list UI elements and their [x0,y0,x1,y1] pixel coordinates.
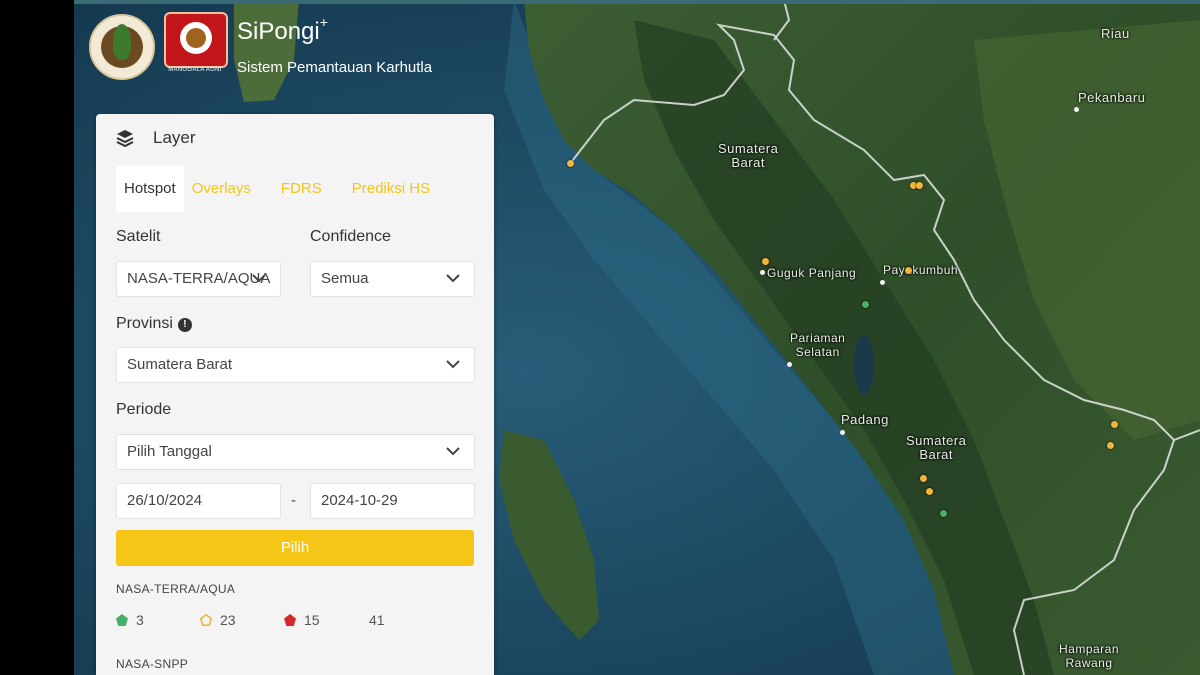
map-label-riau: Riau [1101,26,1130,41]
layers-icon [116,130,134,147]
map-label-sumatera-barat-north: Sumatera Barat [718,141,779,170]
city-marker-guguk-panjang [760,270,765,275]
map-label-sumatera-barat-south: Sumatera Barat [906,433,967,462]
hotspot-marker[interactable] [926,488,933,495]
date-range-separator: - [291,492,296,509]
map-label-guguk-panjang: Guguk Panjang [767,266,857,280]
map-label-hamparan-rawang: Hamparan Rawang [1059,642,1120,670]
high-confidence-count: 15 [304,612,320,628]
layer-tabs: Hotspot Overlays FDRS Prediksi HS [116,166,438,212]
map-label-pariaman-selatan: Pariaman Selatan [790,331,846,359]
provinsi-label: Provinsi! [116,315,192,333]
date-to-input[interactable]: 2024-10-29 [310,483,475,519]
summary-satellite-name: NASA-TERRA/AQUA [116,582,236,596]
periode-select-value: Pilih Tanggal [127,443,212,460]
tab-overlays[interactable]: Overlays [184,166,259,212]
medium-confidence-icon [200,614,212,626]
hotspot-marker[interactable] [920,475,927,482]
chevron-down-icon [446,274,460,283]
provinsi-select[interactable]: Sumatera Barat [116,347,475,383]
city-marker-payakumbuh [880,280,885,285]
high-confidence-icon [284,614,296,626]
low-confidence-icon [116,614,128,626]
manggala-agni-logo: MANGGALA AGNI [164,12,228,76]
confidence-select[interactable]: Semua [310,261,475,297]
satelit-select-value: NASA-TERRA/AQUA [127,270,271,287]
date-from-input[interactable]: 26/10/2024 [116,483,281,519]
app-subtitle: Sistem Pemantauan Karhutla [237,59,433,76]
top-edge-line [74,0,1200,4]
hotspot-confidence-legend: 3 23 15 41 [116,612,385,628]
low-confidence-count: 3 [136,612,144,628]
info-icon[interactable]: ! [177,318,192,332]
total-hotspot-count: 41 [369,612,385,628]
chevron-down-icon [446,447,460,456]
hotspot-marker[interactable] [916,182,923,189]
provinsi-select-value: Sumatera Barat [127,356,233,373]
confidence-select-value: Semua [321,270,369,287]
chevron-down-icon [252,274,266,283]
summary-satellite-name: NASA-SNPP [116,657,189,671]
app-title: SiPongi+ [237,14,328,45]
city-marker-pekanbaru [1074,107,1079,112]
left-black-border [0,0,74,675]
pilih-button[interactable]: Pilih [116,530,474,566]
layer-panel: Layer Hotspot Overlays FDRS Prediksi HS … [96,114,494,675]
periode-select[interactable]: Pilih Tanggal [116,434,475,470]
panel-title: Layer [153,128,196,147]
tab-fdrs[interactable]: FDRS [273,166,330,212]
confidence-label: Confidence [310,228,391,245]
city-marker-padang [840,430,845,435]
satelit-select[interactable]: NASA-TERRA/AQUA [116,261,281,297]
ministry-logo [89,14,155,80]
app-title-superscript: + [319,14,328,30]
hotspot-marker[interactable] [567,160,574,167]
satelit-label: Satelit [116,228,161,245]
manggala-agni-caption: MANGGALA AGNI [168,67,222,73]
map-label-payakumbuh: Payakumbuh [883,263,959,277]
map-label-pekanbaru: Pekanbaru [1078,90,1146,105]
map-label-padang: Padang [841,412,889,427]
hotspot-marker[interactable] [1107,442,1114,449]
medium-confidence-count: 23 [220,612,236,628]
panel-header: Layer [116,128,196,148]
tab-prediksi-hs[interactable]: Prediksi HS [344,166,438,212]
city-marker-pariaman [787,362,792,367]
hotspot-marker[interactable] [862,301,869,308]
hotspot-marker[interactable] [940,510,947,517]
hotspot-marker[interactable] [905,267,912,274]
chevron-down-icon [446,360,460,369]
hotspot-marker[interactable] [1111,421,1118,428]
periode-label: Periode [116,401,172,418]
hotspot-marker[interactable] [762,258,769,265]
tab-hotspot[interactable]: Hotspot [116,166,184,212]
